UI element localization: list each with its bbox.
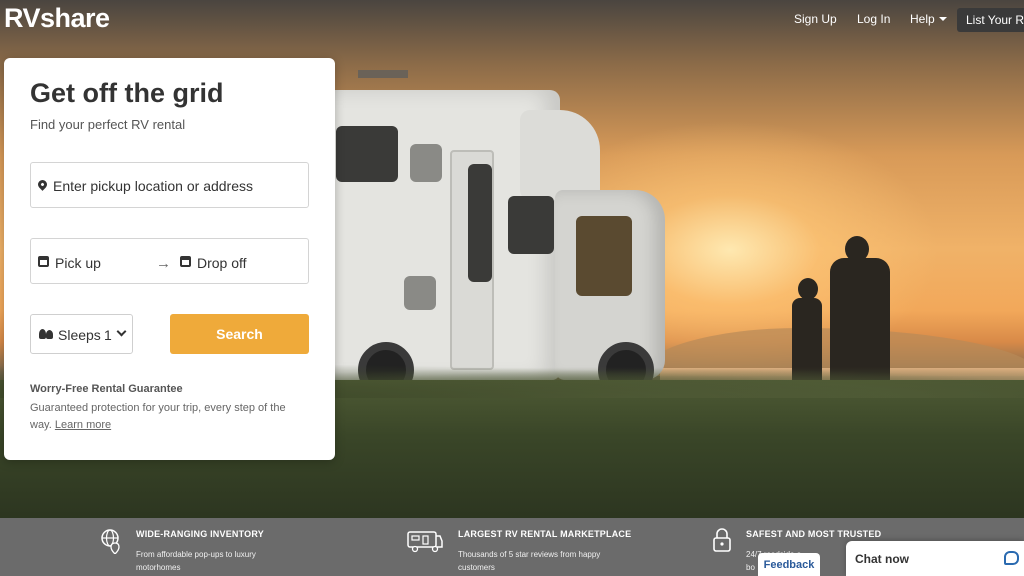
feature-description: Thousands of 5 star reviews from happy c… xyxy=(458,550,601,572)
rv-door-window xyxy=(468,164,492,282)
feedback-tab[interactable]: Feedback xyxy=(758,553,820,576)
calendar-icon xyxy=(38,256,49,267)
sleeps-value: 1 xyxy=(104,327,112,343)
arrow-right-icon: → xyxy=(156,255,171,272)
rv-windshield xyxy=(576,216,632,296)
rvshare-logo[interactable]: RVshare xyxy=(4,3,110,34)
people-icon xyxy=(39,329,53,339)
guarantee-text: Guaranteed protection for your trip, eve… xyxy=(30,400,290,434)
feature-description: From affordable pop-ups to luxury motorh… xyxy=(136,550,256,572)
rv-vent xyxy=(410,144,442,182)
date-range-field[interactable]: Pick up → Drop off xyxy=(30,238,309,284)
learn-more-link[interactable]: Learn more xyxy=(55,419,111,431)
card-subtitle: Find your perfect RV rental xyxy=(30,117,186,132)
globe-pin-icon xyxy=(101,529,120,554)
pickup-date[interactable]: Pick up xyxy=(55,255,101,271)
sign-up-link[interactable]: Sign Up xyxy=(794,12,837,26)
motorhome-image xyxy=(300,70,670,398)
caret-down-icon xyxy=(938,17,947,21)
rv-vent-lower xyxy=(404,276,436,310)
calendar-icon xyxy=(180,256,191,267)
card-title: Get off the grid xyxy=(30,78,224,108)
sleeps-label: Sleeps xyxy=(58,327,101,343)
guarantee-title: Worry-Free Rental Guarantee xyxy=(30,383,183,395)
map-pin-icon xyxy=(36,178,49,191)
feature-title: WIDE-RANGING INVENTORY xyxy=(136,529,264,539)
rv-window xyxy=(336,126,398,182)
roof-hatch xyxy=(358,70,408,78)
top-navigation: RVshare Sign Up Log In Help List Your RV xyxy=(0,0,1024,40)
help-label: Help xyxy=(910,12,935,26)
chat-bubble-icon xyxy=(1004,551,1019,565)
chevron-down-icon xyxy=(116,326,127,337)
location-placeholder: Enter pickup location or address xyxy=(53,178,253,194)
feature-description-line2: bo xyxy=(746,563,755,572)
search-button[interactable]: Search xyxy=(170,314,309,354)
lock-icon xyxy=(713,528,731,552)
rv-side-window xyxy=(508,196,554,254)
list-your-rv-button[interactable]: List Your RV xyxy=(957,8,1024,32)
rv-icon xyxy=(407,531,443,553)
dropoff-date[interactable]: Drop off xyxy=(197,255,247,271)
child-silhouette-head xyxy=(798,278,818,300)
feature-title: LARGEST RV RENTAL MARKETPLACE xyxy=(458,529,632,539)
log-in-link[interactable]: Log In xyxy=(857,12,890,26)
feature-title: SAFEST AND MOST TRUSTED xyxy=(746,529,882,539)
sleeps-select[interactable]: Sleeps 1 xyxy=(30,314,133,354)
chat-label: Chat now xyxy=(855,552,909,566)
search-card: Get off the grid Find your perfect RV re… xyxy=(4,58,335,460)
location-input[interactable]: Enter pickup location or address xyxy=(30,162,309,208)
help-menu[interactable]: Help xyxy=(910,12,947,26)
chat-widget[interactable]: Chat now xyxy=(846,541,1024,576)
rv-overcab xyxy=(520,110,600,200)
